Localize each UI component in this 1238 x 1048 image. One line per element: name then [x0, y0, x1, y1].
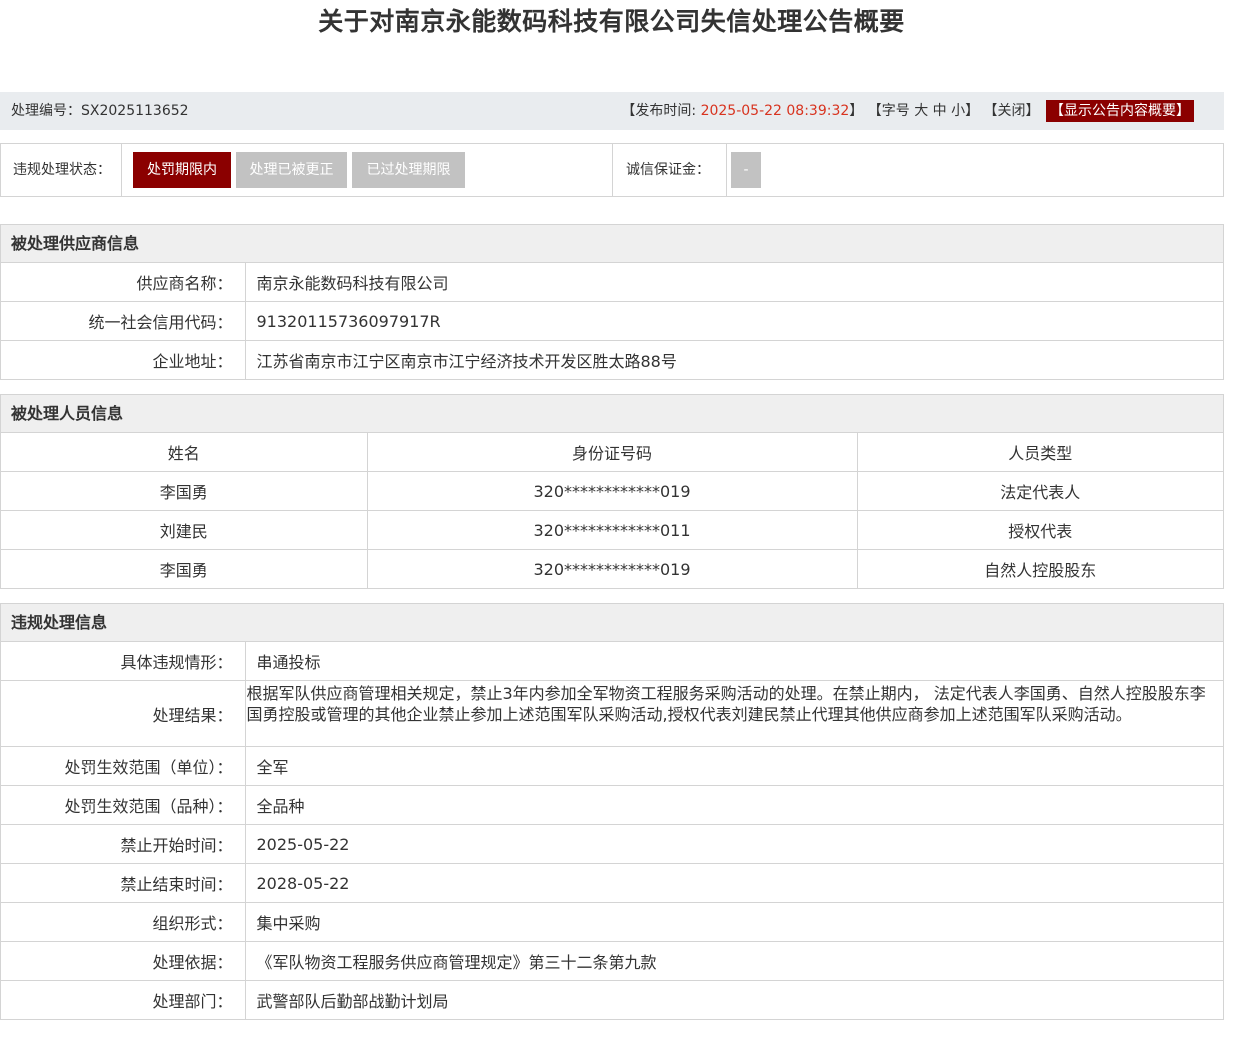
basis-value: 《军队物资工程服务供应商管理规定》第三十二条第九款: [244, 941, 1223, 981]
scope-unit-key: 处罚生效范围（单位）：: [1, 746, 246, 786]
violation-section-header: 违规处理信息: [1, 604, 1223, 642]
violation-table: 具体违规情形： 串通投标 处理结果： 根据军队供应商管理相关规定，禁止3年内参加…: [1, 642, 1223, 1019]
divider: [121, 144, 122, 196]
table-row: 李国勇 320************019 法定代表人: [1, 471, 1223, 511]
person-id: 320************019: [366, 471, 858, 511]
persons-table: 姓名 身份证号码 人员类型 李国勇 320************019 法定代…: [1, 433, 1223, 588]
table-row: 处罚生效范围（品种）： 全品种: [1, 785, 1223, 825]
person-type: 自然人控股股东: [856, 549, 1223, 588]
violation-section: 违规处理信息 具体违规情形： 串通投标 处理结果： 根据军队供应商管理相关规定，…: [0, 603, 1224, 1020]
scope-unit-value: 全军: [244, 746, 1223, 786]
page-title: 关于对南京永能数码科技有限公司失信处理公告概要: [318, 7, 905, 36]
credit-code-value: 91320115736097917R: [244, 301, 1223, 341]
process-code-value: SX2025113652: [81, 103, 189, 119]
info-bar: 处理编号：SX2025113652 【发布时间: 2025-05-22 08:3…: [0, 92, 1224, 130]
close-link[interactable]: 【关闭】: [984, 103, 1040, 119]
font-medium-link[interactable]: 中: [933, 103, 947, 119]
person-name: 李国勇: [1, 471, 368, 511]
status-button-in-period[interactable]: 处罚期限内: [133, 152, 231, 188]
publish-time: 2025-05-22 08:39:32: [700, 103, 850, 119]
table-row: 处理部门： 武警部队后勤部战勤计划局: [1, 980, 1223, 1019]
person-id: 320************019: [366, 549, 858, 588]
person-name: 刘建民: [1, 510, 368, 550]
table-row: 处理依据： 《军队物资工程服务供应商管理规定》第三十二条第九款: [1, 941, 1223, 981]
table-row: 具体违规情形： 串通投标: [1, 642, 1223, 681]
violation-type-key: 具体违规情形：: [1, 642, 246, 681]
violation-type-value: 串通投标: [244, 642, 1223, 681]
supplier-name-key: 供应商名称：: [1, 263, 246, 302]
publish-time-prefix: 【发布时间:: [621, 103, 701, 119]
result-key: 处理结果：: [1, 680, 246, 747]
status-button-corrected[interactable]: 处理已被更正: [236, 152, 347, 188]
table-header-row: 姓名 身份证号码 人员类型: [1, 433, 1223, 472]
divider: [612, 144, 613, 196]
font-size-suffix: 】: [965, 103, 980, 119]
publish-time-suffix: 】: [849, 103, 864, 119]
table-row: 处罚生效范围（单位）： 全军: [1, 746, 1223, 786]
column-header-name: 姓名: [1, 433, 368, 472]
persons-section: 被处理人员信息 姓名 身份证号码 人员类型 李国勇 320***********…: [0, 394, 1224, 589]
table-row: 供应商名称： 南京永能数码科技有限公司: [1, 263, 1223, 302]
department-value: 武警部队后勤部战勤计划局: [244, 980, 1223, 1019]
deposit-value: -: [731, 152, 761, 188]
font-large-link[interactable]: 大: [914, 103, 928, 119]
supplier-table: 供应商名称： 南京永能数码科技有限公司 统一社会信用代码： 9132011573…: [1, 263, 1223, 379]
table-row: 刘建民 320************011 授权代表: [1, 510, 1223, 550]
person-id: 320************011: [366, 510, 858, 550]
credit-code-key: 统一社会信用代码：: [1, 301, 246, 341]
result-value: 根据军队供应商管理相关规定，禁止3年内参加全军物资工程服务采购活动的处理。在禁止…: [244, 680, 1223, 747]
scope-category-value: 全品种: [244, 785, 1223, 825]
column-header-type: 人员类型: [856, 433, 1223, 472]
persons-section-header: 被处理人员信息: [1, 395, 1223, 433]
person-name: 李国勇: [1, 549, 368, 588]
supplier-section: 被处理供应商信息 供应商名称： 南京永能数码科技有限公司 统一社会信用代码： 9…: [0, 224, 1224, 380]
status-label: 违规处理状态：: [13, 162, 111, 178]
ban-start-value: 2025-05-22: [244, 824, 1223, 864]
table-row: 禁止结束时间： 2028-05-22: [1, 863, 1223, 903]
table-row: 禁止开始时间： 2025-05-22: [1, 824, 1223, 864]
ban-end-key: 禁止结束时间：: [1, 863, 246, 903]
process-code-label: 处理编号：: [11, 103, 81, 119]
table-row: 统一社会信用代码： 91320115736097917R: [1, 301, 1223, 341]
divider: [726, 144, 727, 196]
supplier-name-value: 南京永能数码科技有限公司: [244, 263, 1223, 302]
ban-start-key: 禁止开始时间：: [1, 824, 246, 864]
deposit-label: 诚信保证金：: [626, 162, 710, 178]
address-value: 江苏省南京市江宁区南京市江宁经济技术开发区胜太路88号: [244, 340, 1223, 379]
font-size-prefix: 【字号: [867, 103, 915, 119]
table-row: 企业地址： 江苏省南京市江宁区南京市江宁经济技术开发区胜太路88号: [1, 340, 1223, 379]
info-bar-actions: 【发布时间: 2025-05-22 08:39:32】 【字号 大 中 小】 【…: [621, 92, 1194, 130]
supplier-section-header: 被处理供应商信息: [1, 225, 1223, 263]
department-key: 处理部门：: [1, 980, 246, 1019]
column-header-id: 身份证号码: [366, 433, 858, 472]
table-row: 组织形式： 集中采购: [1, 902, 1223, 942]
process-code: 处理编号：SX2025113652: [11, 92, 189, 130]
font-small-link[interactable]: 小: [951, 103, 965, 119]
status-bar: 违规处理状态： 处罚期限内 处理已被更正 已过处理期限 诚信保证金： -: [0, 143, 1224, 197]
organization-form-value: 集中采购: [244, 902, 1223, 942]
person-type: 授权代表: [856, 510, 1223, 550]
address-key: 企业地址：: [1, 340, 246, 379]
ban-end-value: 2028-05-22: [244, 863, 1223, 903]
scope-category-key: 处罚生效范围（品种）：: [1, 785, 246, 825]
show-summary-button[interactable]: 【显示公告内容概要】: [1046, 100, 1194, 122]
person-type: 法定代表人: [856, 471, 1223, 511]
organization-form-key: 组织形式：: [1, 902, 246, 942]
table-row: 处理结果： 根据军队供应商管理相关规定，禁止3年内参加全军物资工程服务采购活动的…: [1, 680, 1223, 747]
status-button-expired[interactable]: 已过处理期限: [352, 152, 465, 188]
basis-key: 处理依据：: [1, 941, 246, 981]
table-row: 李国勇 320************019 自然人控股股东: [1, 549, 1223, 588]
